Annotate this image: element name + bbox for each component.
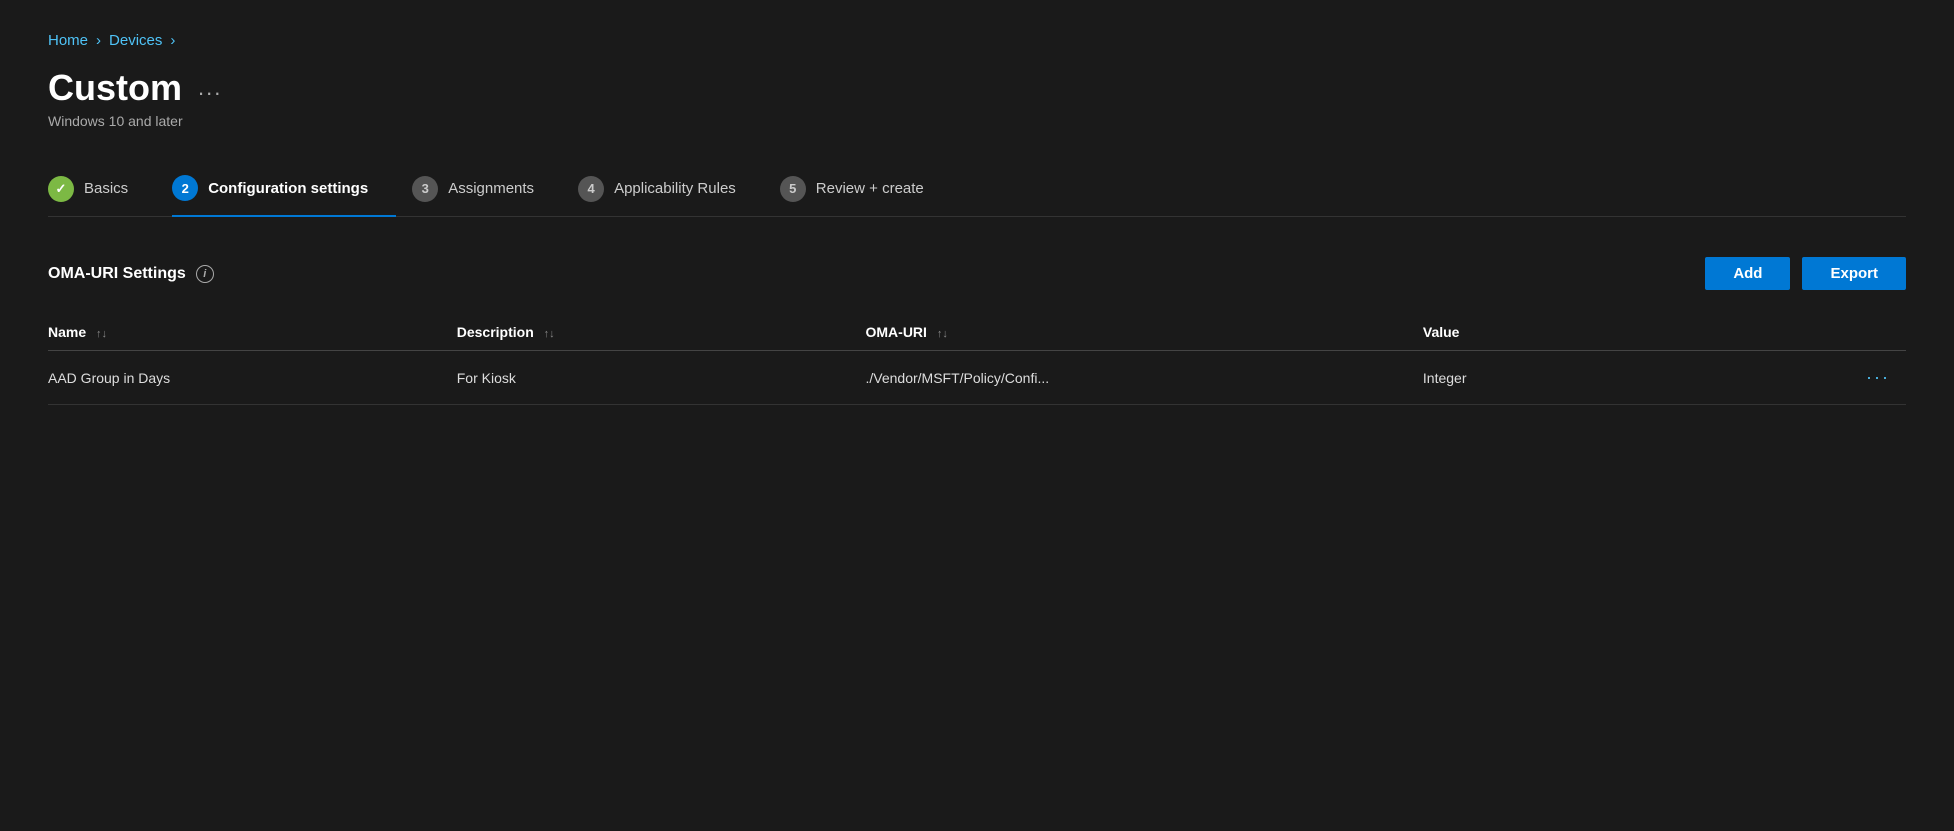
page-subtitle: Windows 10 and later	[48, 113, 1906, 129]
page-header: Custom ... Windows 10 and later	[48, 67, 1906, 129]
tab-assignments[interactable]: 3 Assignments	[412, 162, 562, 216]
tab-applicability-rules[interactable]: 4 Applicability Rules	[578, 162, 764, 216]
sort-icon-oma-uri[interactable]: ↑↓	[937, 328, 948, 340]
tab-badge-applicability: 4	[578, 176, 604, 202]
cell-oma-uri: ./Vendor/MSFT/Policy/Confi...	[866, 351, 1423, 405]
breadcrumb-devices[interactable]: Devices	[109, 32, 162, 49]
section-title-row: OMA-URI Settings i	[48, 265, 214, 283]
tab-navigation: ✓ Basics 2 Configuration settings 3 Assi…	[48, 161, 1906, 217]
oma-uri-section-header: OMA-URI Settings i Add Export	[48, 257, 1906, 290]
col-header-value: Value	[1423, 314, 1795, 351]
button-row: Add Export	[1705, 257, 1906, 290]
section-title: OMA-URI Settings	[48, 265, 186, 283]
breadcrumb-home[interactable]: Home	[48, 32, 88, 49]
table-row: AAD Group in Days For Kiosk ./Vendor/MSF…	[48, 351, 1906, 405]
col-header-description: Description ↑↓	[457, 314, 866, 351]
tab-label-config: Configuration settings	[208, 180, 368, 197]
info-icon[interactable]: i	[196, 265, 214, 283]
export-button[interactable]: Export	[1802, 257, 1906, 290]
cell-description: For Kiosk	[457, 351, 866, 405]
cell-name: AAD Group in Days	[48, 351, 457, 405]
page-title: Custom	[48, 67, 182, 109]
tab-label-assignments: Assignments	[448, 180, 534, 197]
sort-icon-description[interactable]: ↑↓	[544, 328, 555, 340]
col-header-actions	[1794, 314, 1906, 351]
breadcrumb: Home › Devices ›	[48, 32, 1906, 49]
col-header-name: Name ↑↓	[48, 314, 457, 351]
breadcrumb-sep-2: ›	[170, 32, 175, 49]
add-button[interactable]: Add	[1705, 257, 1790, 290]
tab-label-review: Review + create	[816, 180, 924, 197]
tab-label-applicability: Applicability Rules	[614, 180, 736, 197]
tab-configuration-settings[interactable]: 2 Configuration settings	[172, 161, 396, 217]
cell-value: Integer	[1423, 351, 1795, 405]
cell-actions: ···	[1794, 351, 1906, 405]
tab-badge-review: 5	[780, 176, 806, 202]
tab-basics[interactable]: ✓ Basics	[48, 162, 156, 216]
oma-uri-table: Name ↑↓ Description ↑↓ OMA-URI ↑↓ Value	[48, 314, 1906, 405]
breadcrumb-sep-1: ›	[96, 32, 101, 49]
more-options-icon[interactable]: ...	[198, 75, 222, 101]
tab-badge-config: 2	[172, 175, 198, 201]
col-header-oma-uri: OMA-URI ↑↓	[866, 314, 1423, 351]
tab-label-basics: Basics	[84, 180, 128, 197]
row-more-options-icon[interactable]: ···	[1866, 367, 1890, 387]
tab-review-create[interactable]: 5 Review + create	[780, 162, 952, 216]
table-header-row: Name ↑↓ Description ↑↓ OMA-URI ↑↓ Value	[48, 314, 1906, 351]
tab-badge-basics: ✓	[48, 176, 74, 202]
sort-icon-name[interactable]: ↑↓	[96, 328, 107, 340]
tab-badge-assignments: 3	[412, 176, 438, 202]
